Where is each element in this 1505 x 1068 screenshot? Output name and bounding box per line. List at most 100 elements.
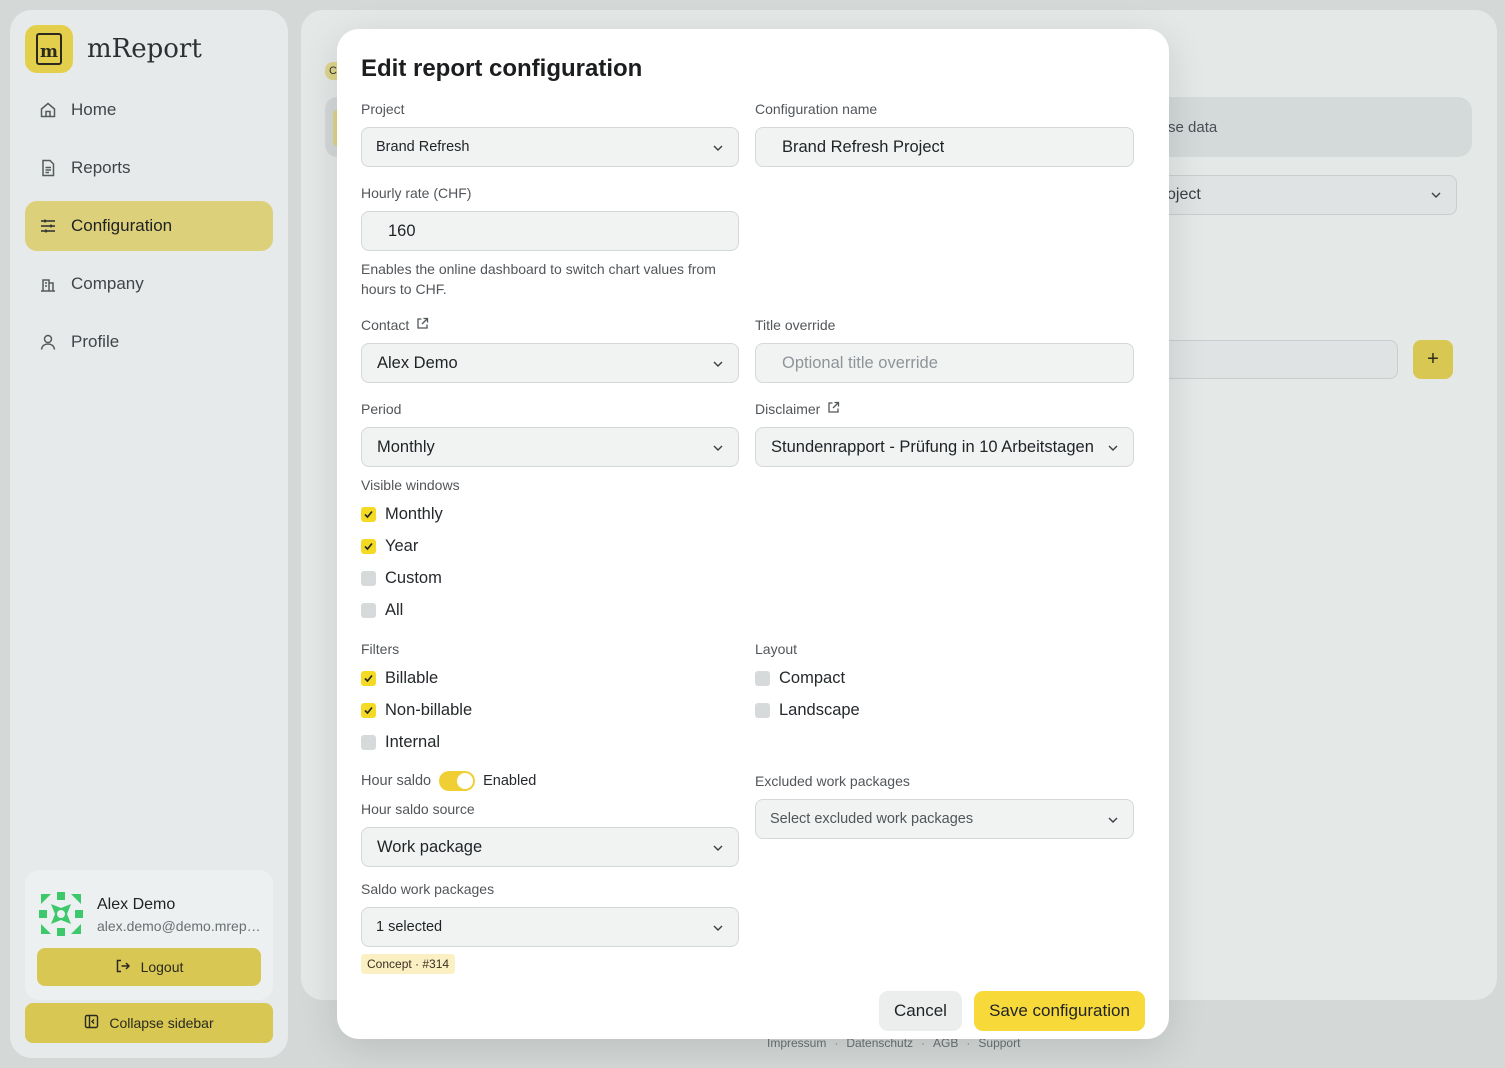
- period-value: Monthly: [377, 437, 435, 456]
- sidebar-item-profile[interactable]: Profile: [25, 317, 273, 367]
- user-email: alex.demo@demo.mreport.ch: [97, 918, 265, 934]
- checkbox-label: All: [385, 601, 404, 619]
- toggle-knob: [457, 773, 474, 789]
- sidebar-collapse-icon: [84, 1014, 99, 1032]
- checkbox-unchecked[interactable]: [361, 735, 376, 750]
- checkbox-label: Custom: [385, 569, 442, 587]
- project-select[interactable]: Brand Refresh: [361, 127, 739, 167]
- sidebar-item-label: Home: [71, 100, 117, 119]
- checkbox-checked-icon[interactable]: [361, 703, 376, 718]
- title-override-input[interactable]: Optional title override: [755, 343, 1134, 383]
- background-project-select[interactable]: oject: [1160, 175, 1457, 215]
- checkbox-checked-icon[interactable]: [361, 671, 376, 686]
- background-tab-label: se data: [1168, 118, 1218, 136]
- save-configuration-button[interactable]: Save configuration: [974, 991, 1145, 1031]
- checkbox-filter-billable[interactable]: Billable: [361, 669, 438, 688]
- checkbox-filter-internal[interactable]: Internal: [361, 733, 440, 752]
- avatar: [37, 890, 85, 938]
- chevron-down-icon: [1107, 813, 1119, 825]
- add-button[interactable]: +: [1413, 340, 1453, 379]
- checkbox-window-monthly[interactable]: Monthly: [361, 505, 443, 524]
- excluded-work-packages-placeholder: Select excluded work packages: [770, 811, 974, 827]
- collapse-sidebar-button[interactable]: Collapse sidebar: [25, 1003, 273, 1043]
- sidebar: m mReport Home Reports Configuration Com…: [10, 10, 288, 1058]
- layout-label: Layout: [755, 641, 798, 657]
- background-select-value: oject: [1167, 186, 1201, 203]
- checkbox-label: Non-billable: [385, 701, 473, 719]
- checkbox-unchecked[interactable]: [755, 671, 770, 686]
- disclaimer-select[interactable]: Stundenrapport - Prüfung in 10 Arbeitsta…: [755, 427, 1134, 467]
- user-icon: [39, 333, 57, 351]
- collapse-sidebar-label: Collapse sidebar: [109, 1015, 214, 1031]
- contact-label: Contact: [361, 317, 429, 333]
- saldo-work-packages-value: 1 selected: [376, 919, 443, 935]
- hour-saldo-state: Enabled: [483, 773, 537, 789]
- home-icon: [39, 101, 57, 119]
- hour-saldo-toggle[interactable]: [439, 771, 476, 791]
- sidebar-nav: Home Reports Configuration Company Profi…: [25, 85, 273, 375]
- chevron-down-icon: [712, 357, 724, 369]
- external-link-icon[interactable]: [827, 401, 840, 417]
- excluded-work-packages-select[interactable]: Select excluded work packages: [755, 799, 1134, 839]
- period-select[interactable]: Monthly: [361, 427, 739, 467]
- checkbox-window-all[interactable]: All: [361, 601, 403, 620]
- hour-saldo-label: Hour saldo: [361, 773, 432, 789]
- checkbox-checked-icon[interactable]: [361, 539, 376, 554]
- hour-saldo-row: Hour saldo Enabled: [361, 771, 536, 791]
- checkbox-layout-compact[interactable]: Compact: [755, 669, 845, 688]
- cancel-button[interactable]: Cancel: [879, 991, 962, 1031]
- contact-value: Alex Demo: [377, 353, 458, 372]
- selected-work-package-chip[interactable]: Concept · #314: [361, 954, 456, 974]
- project-value: Brand Refresh: [376, 139, 470, 155]
- checkbox-unchecked[interactable]: [755, 703, 770, 718]
- checkbox-label: Billable: [385, 669, 439, 687]
- sidebar-item-home[interactable]: Home: [25, 85, 273, 135]
- sliders-icon: [39, 217, 57, 235]
- checkbox-unchecked[interactable]: [361, 571, 376, 586]
- chevron-down-icon: [712, 921, 724, 933]
- sidebar-item-reports[interactable]: Reports: [25, 143, 273, 193]
- sidebar-item-configuration[interactable]: Configuration: [25, 201, 273, 251]
- user-name: Alex Demo: [97, 896, 176, 913]
- chevron-down-icon: [1430, 188, 1442, 206]
- checkbox-layout-landscape[interactable]: Landscape: [755, 701, 860, 720]
- logout-button[interactable]: Logout: [37, 948, 261, 986]
- config-name-value: Brand Refresh Project: [782, 137, 945, 156]
- hourly-rate-help: Enables the online dashboard to switch c…: [361, 261, 716, 297]
- filters-label: Filters: [361, 641, 400, 657]
- config-name-label: Configuration name: [755, 101, 878, 117]
- checkbox-checked-icon[interactable]: [361, 507, 376, 522]
- user-card: Alex Demo alex.demo@demo.mreport.ch Logo…: [25, 870, 273, 1000]
- hourly-rate-input[interactable]: 160: [361, 211, 739, 251]
- background-tab-bar[interactable]: se data: [1160, 97, 1472, 157]
- background-input[interactable]: [1160, 340, 1398, 379]
- hourly-rate-value: 160: [388, 221, 416, 240]
- sidebar-item-label: Company: [71, 274, 144, 293]
- saldo-work-packages-select[interactable]: 1 selected: [361, 907, 739, 947]
- app-logo: m: [25, 25, 73, 73]
- checkbox-filter-non-billable[interactable]: Non-billable: [361, 701, 472, 720]
- saldo-work-packages-label: Saldo work packages: [361, 881, 495, 897]
- sidebar-item-label: Configuration: [71, 216, 173, 235]
- checkbox-unchecked[interactable]: [361, 603, 376, 618]
- sidebar-item-label: Profile: [71, 332, 120, 351]
- disclaimer-label-text: Disclaimer: [755, 401, 821, 417]
- brand[interactable]: m mReport: [25, 25, 202, 73]
- building-icon: [39, 275, 57, 293]
- sidebar-item-company[interactable]: Company: [25, 259, 273, 309]
- checkbox-label: Monthly: [385, 505, 443, 523]
- logout-label: Logout: [140, 959, 184, 975]
- hour-saldo-source-label: Hour saldo source: [361, 801, 475, 817]
- hour-saldo-source-value: Work package: [377, 837, 483, 856]
- hourly-rate-label: Hourly rate (CHF): [361, 185, 472, 201]
- chevron-down-icon: [712, 441, 724, 453]
- document-icon: [39, 159, 57, 177]
- external-link-icon[interactable]: [416, 317, 429, 333]
- hour-saldo-source-select[interactable]: Work package: [361, 827, 739, 867]
- checkbox-window-year[interactable]: Year: [361, 537, 418, 556]
- contact-select[interactable]: Alex Demo: [361, 343, 739, 383]
- config-name-input[interactable]: Brand Refresh Project: [755, 127, 1134, 167]
- checkbox-window-custom[interactable]: Custom: [361, 569, 442, 588]
- logo-letter: m: [36, 33, 62, 65]
- disclaimer-label: Disclaimer: [755, 401, 840, 417]
